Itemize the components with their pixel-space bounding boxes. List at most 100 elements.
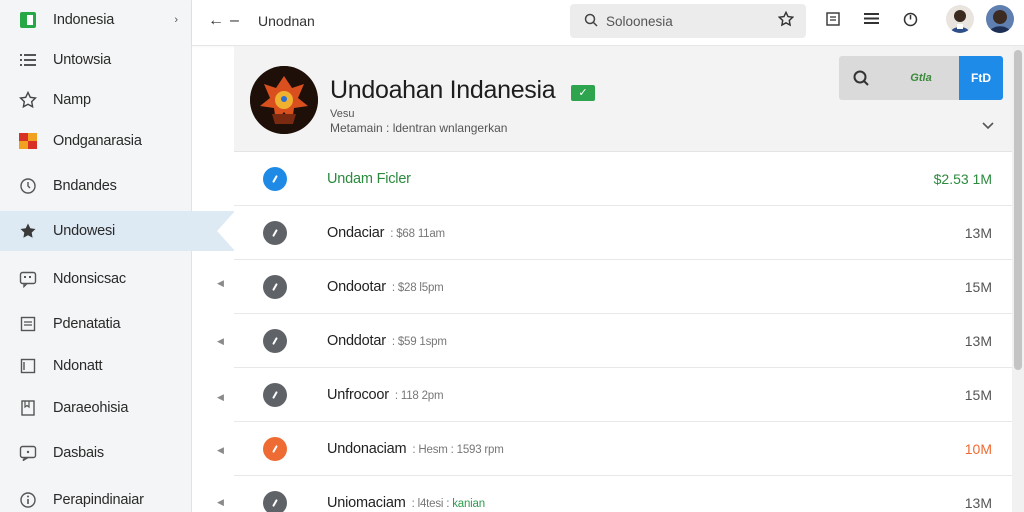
sidebar-item-2[interactable]: Namp: [0, 80, 192, 120]
search-action-button[interactable]: [839, 56, 883, 100]
item-meta: : Hesm : 1593 rpm: [412, 444, 504, 456]
sidebar-item-9[interactable]: Daraeohisia: [0, 388, 192, 428]
sidebar: Indonesia › Untowsia Namp Ondganarasia B…: [0, 0, 235, 512]
item-size: 15M: [964, 387, 992, 403]
item-size: 15M: [964, 279, 992, 295]
item-name: Uniomaciam: l4tesi : kanian: [327, 495, 485, 511]
top-bar: ← – Unodnan Soloonesia: [192, 0, 1024, 46]
search-input[interactable]: Soloonesia: [606, 14, 673, 29]
sidebar-item-label: Ondganarasia: [53, 133, 142, 149]
expand-arrow-icon[interactable]: ◀: [217, 392, 224, 403]
clock-icon: [18, 176, 38, 196]
sidebar-item-label: Perapindinaiar: [53, 492, 144, 508]
status-clock-icon: [263, 491, 287, 512]
chevron-right-icon[interactable]: ›: [174, 14, 178, 26]
flag-icon: [18, 131, 38, 151]
sidebar-item-5[interactable]: Undowesi: [0, 211, 235, 251]
sidebar-item-3[interactable]: Ondganarasia: [0, 121, 192, 161]
list-item[interactable]: Onddotar: $59 1spm 13M: [234, 314, 1012, 368]
power-icon[interactable]: [901, 12, 919, 31]
sidebar-item-8[interactable]: Ndonatt: [0, 346, 192, 386]
verified-check-icon: ✓: [571, 85, 595, 101]
item-name: Undonaciam: Hesm : 1593 rpm: [327, 441, 504, 457]
expand-arrow-icon[interactable]: ◀: [217, 497, 224, 508]
sidebar-item-4[interactable]: Bndandes: [0, 166, 192, 206]
sidebar-item-label: Undowesi: [53, 223, 116, 239]
item-meta: : l4tesi : kanian: [411, 498, 486, 510]
item-meta: : $68 11am: [390, 228, 445, 240]
expand-arrow-icon[interactable]: ◀: [217, 278, 224, 289]
status-clock-icon: [263, 437, 287, 461]
bookmark-icon: [18, 398, 38, 418]
message-icon: [18, 269, 38, 289]
channel-title: Undoahan Indanesia: [330, 76, 556, 104]
item-name: Unfrocoor: 118 2pm: [327, 387, 444, 403]
item-meta: : $59 1spm: [391, 336, 447, 348]
sidebar-item-label: Ndonatt: [53, 358, 103, 374]
sidebar-item-10[interactable]: Dasbais: [0, 433, 192, 473]
list-item[interactable]: Unfrocoor: 118 2pm 15M: [234, 368, 1012, 422]
list-item[interactable]: Uniomaciam: l4tesi : kanian 13M: [234, 476, 1012, 512]
chevron-down-icon[interactable]: [982, 118, 994, 133]
list-item[interactable]: Undam Ficler $2.53 1M: [234, 152, 1012, 206]
green-square-icon: [18, 10, 38, 30]
menu-icon[interactable]: [862, 12, 880, 29]
bookmark-star-icon[interactable]: [777, 10, 795, 32]
item-meta: : $28 l5pm: [391, 282, 444, 294]
list-item[interactable]: Ondootar: $28 l5pm 15M: [234, 260, 1012, 314]
sidebar-item-label: Daraeohisia: [53, 400, 129, 416]
page-icon: [18, 356, 38, 376]
nav-dash: –: [230, 12, 239, 29]
status-clock-icon: [263, 275, 287, 299]
sidebar-item-11[interactable]: Perapindinaiar: [0, 480, 192, 512]
status-clock-icon: [263, 167, 287, 191]
item-size: $2.53 1M: [933, 171, 992, 187]
sidebar-item-label: Dasbais: [53, 445, 104, 461]
info-icon: [18, 490, 38, 510]
item-meta-highlight: kanian: [452, 498, 485, 510]
sidebar-header[interactable]: Indonesia ›: [0, 0, 192, 40]
header-actions: Gtla FtD: [839, 56, 1003, 100]
sidebar-item-1[interactable]: Untowsia: [0, 40, 192, 80]
sidebar-item-label: Untowsia: [53, 52, 112, 68]
primary-action-button[interactable]: FtD: [959, 56, 1003, 100]
status-clock-icon: [263, 383, 287, 407]
sidebar-item-label: Bndandes: [53, 178, 117, 194]
status-clock-icon: [263, 221, 287, 245]
item-name: Ondaciar: $68 11am: [327, 225, 445, 241]
list-item[interactable]: Ondaciar: $68 11am 13M: [234, 206, 1012, 260]
document-icon: [18, 314, 38, 334]
status-clock-icon: [263, 329, 287, 353]
scrollbar[interactable]: [1012, 46, 1024, 512]
channel-logo: [250, 66, 318, 134]
sidebar-header-label: Indonesia: [53, 12, 115, 28]
item-size: 10M: [964, 441, 992, 457]
sidebar-item-7[interactable]: Pdenatatia: [0, 304, 192, 344]
list-icon: [18, 50, 38, 70]
item-size: 13M: [964, 495, 992, 511]
search-bar[interactable]: Soloonesia: [570, 4, 806, 38]
list-item[interactable]: Undonaciam: Hesm : 1593 rpm 10M: [234, 422, 1012, 476]
brand-action-button[interactable]: Gtla: [883, 56, 959, 100]
item-size: 13M: [964, 333, 992, 349]
avatar[interactable]: [946, 5, 974, 33]
channel-subtitle: Vesu: [330, 108, 355, 120]
chat-icon: [18, 443, 38, 463]
avatar[interactable]: [986, 5, 1014, 33]
item-meta: : 118 2pm: [394, 390, 444, 402]
expand-arrow-icon[interactable]: ◀: [217, 336, 224, 347]
nav-title: Unodnan: [258, 13, 315, 29]
sidebar-item-6[interactable]: Ndonsicsac: [0, 259, 192, 299]
sidebar-item-label: Ndonsicsac: [53, 271, 126, 287]
back-arrow-icon[interactable]: ←: [208, 12, 224, 30]
expand-arrow-icon[interactable]: ◀: [217, 445, 224, 456]
reader-icon[interactable]: [824, 12, 842, 30]
channel-header: Undoahan Indanesia ✓ Vesu Metamain : lde…: [234, 46, 1012, 152]
scrollbar-thumb[interactable]: [1014, 50, 1022, 370]
sidebar-item-label: Namp: [53, 92, 91, 108]
channel-description: Metamain : ldentran wnlangerkan: [330, 121, 508, 135]
star-filled-icon: [18, 221, 38, 241]
item-name: Onddotar: $59 1spm: [327, 333, 447, 349]
star-outline-icon: [18, 90, 38, 110]
item-name: Ondootar: $28 l5pm: [327, 279, 444, 295]
